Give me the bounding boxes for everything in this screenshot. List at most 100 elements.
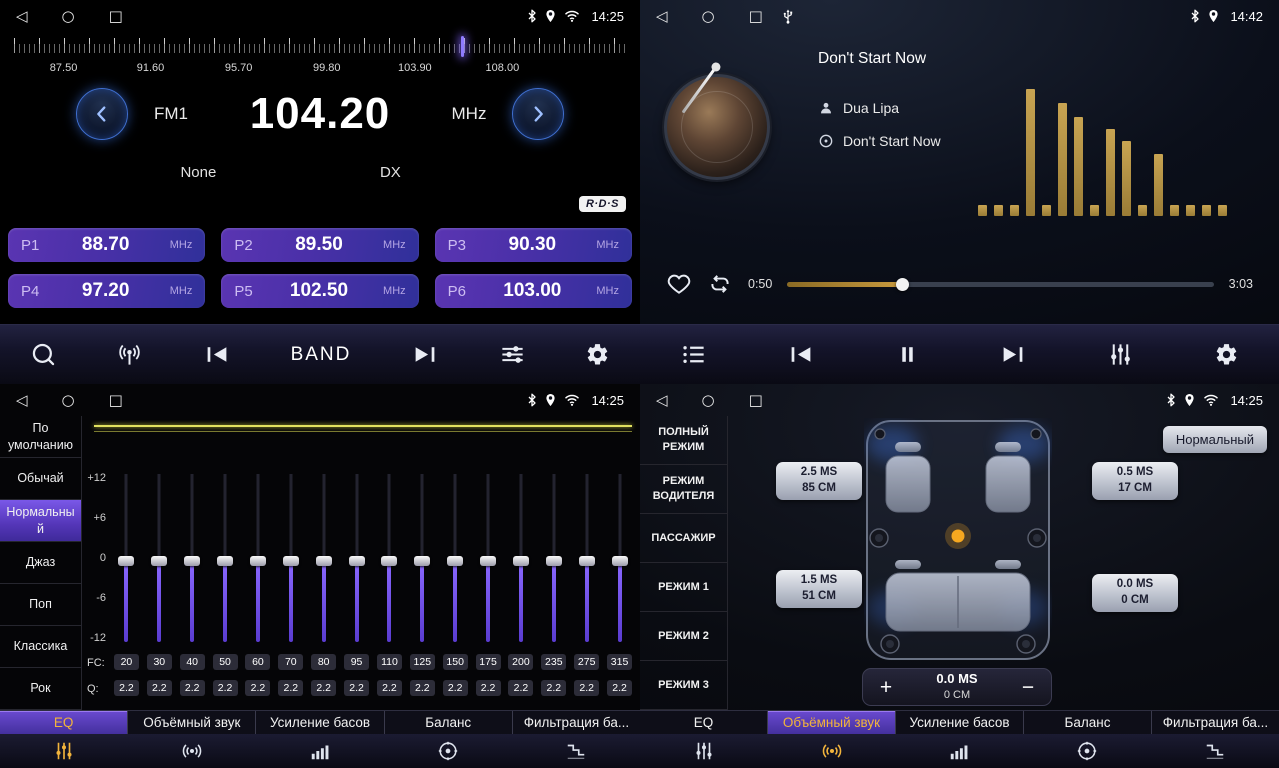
previous-station-button[interactable] (203, 342, 231, 367)
slider-handle[interactable] (217, 556, 233, 566)
progress-bar[interactable] (787, 282, 1213, 287)
tab-balance[interactable]: Баланс (385, 711, 513, 734)
frequency-ruler[interactable] (14, 36, 626, 58)
nav-home-icon[interactable]: ○ (62, 9, 75, 24)
mode-3[interactable]: РЕЖИМ 3 (640, 661, 727, 710)
repeat-button[interactable] (707, 271, 733, 297)
eq-band-slider[interactable] (242, 474, 275, 642)
eq-band-slider[interactable] (570, 474, 603, 642)
nav-back-icon[interactable]: ◁ (16, 9, 28, 24)
slider-handle[interactable] (447, 556, 463, 566)
tab-balance-icon-cell[interactable] (384, 734, 512, 768)
progress-knob[interactable] (896, 278, 909, 291)
mode-passenger[interactable]: ПАССАЖИР (640, 514, 727, 563)
favorite-button[interactable] (666, 271, 692, 297)
slider-handle[interactable] (414, 556, 430, 566)
tab-surround[interactable]: Объёмный звук (768, 711, 896, 734)
delay-decrease-button[interactable]: − (1005, 677, 1051, 698)
eq-band-slider[interactable] (274, 474, 307, 642)
tab-eq-icon-cell[interactable] (640, 734, 768, 768)
eq-band-slider[interactable] (110, 474, 143, 642)
eq-preset-item[interactable]: Обычай (0, 458, 81, 500)
tune-down-button[interactable] (76, 88, 128, 140)
preset-button-p2[interactable]: P2 89.50 MHz (221, 228, 418, 262)
tab-eq[interactable]: EQ (0, 711, 128, 734)
tune-up-button[interactable] (512, 88, 564, 140)
nav-back-icon[interactable]: ◁ (16, 393, 28, 408)
delay-increase-button[interactable]: + (863, 677, 909, 698)
slider-handle[interactable] (579, 556, 595, 566)
eq-band-slider[interactable] (439, 474, 472, 642)
preset-button-p5[interactable]: P5 102.50 MHz (221, 274, 418, 308)
tab-bass-boost-icon-cell[interactable] (896, 734, 1024, 768)
pause-button[interactable] (895, 342, 920, 367)
eq-band-slider[interactable] (340, 474, 373, 642)
nav-recents-icon[interactable]: □ (749, 393, 763, 408)
preset-button-p6[interactable]: P6 103.00 MHz (435, 274, 632, 308)
sound-preset-button[interactable]: Нормальный (1163, 426, 1267, 453)
tab-bass-boost-icon-cell[interactable] (256, 734, 384, 768)
mode-1[interactable]: РЕЖИМ 1 (640, 563, 727, 612)
nav-recents-icon[interactable]: □ (109, 9, 123, 24)
nav-back-icon[interactable]: ◁ (656, 393, 668, 408)
eq-band-slider[interactable] (209, 474, 242, 642)
tab-bass-boost[interactable]: Усиление басов (256, 711, 384, 734)
audio-settings-button[interactable] (499, 341, 526, 368)
slider-handle[interactable] (612, 556, 628, 566)
nav-home-icon[interactable]: ○ (702, 393, 715, 408)
tab-surround-icon-cell[interactable] (128, 734, 256, 768)
slider-handle[interactable] (118, 556, 134, 566)
nav-recents-icon[interactable]: □ (749, 9, 763, 24)
scan-button[interactable] (30, 341, 57, 368)
settings-button[interactable] (1214, 342, 1239, 367)
band-button[interactable]: BAND (291, 344, 352, 366)
eq-preset-item[interactable]: Классика (0, 626, 81, 668)
tab-surround-icon-cell[interactable] (768, 734, 896, 768)
slider-handle[interactable] (151, 556, 167, 566)
preset-button-p4[interactable]: P4 97.20 MHz (8, 274, 205, 308)
equalizer-button[interactable] (1107, 341, 1134, 368)
playlist-button[interactable] (680, 341, 707, 368)
tab-filter[interactable]: Фильтрация ба... (1152, 711, 1279, 734)
mode-2[interactable]: РЕЖИМ 2 (640, 612, 727, 661)
tab-filter-icon-cell[interactable] (1151, 734, 1279, 768)
eq-band-slider[interactable] (472, 474, 505, 642)
slider-handle[interactable] (283, 556, 299, 566)
mode-driver[interactable]: РЕЖИМ ВОДИТЕЛЯ (640, 465, 727, 514)
tab-surround[interactable]: Объёмный звук (128, 711, 256, 734)
slider-handle[interactable] (480, 556, 496, 566)
eq-band-slider[interactable] (143, 474, 176, 642)
tab-balance[interactable]: Баланс (1024, 711, 1152, 734)
eq-preset-item[interactable]: По умолчанию (0, 416, 81, 458)
preset-button-p3[interactable]: P3 90.30 MHz (435, 228, 632, 262)
eq-band-slider[interactable] (537, 474, 570, 642)
eq-band-slider[interactable] (176, 474, 209, 642)
slider-handle[interactable] (513, 556, 529, 566)
tab-filter-icon-cell[interactable] (512, 734, 640, 768)
broadcast-button[interactable] (116, 341, 143, 368)
nav-back-icon[interactable]: ◁ (656, 9, 668, 24)
nav-recents-icon[interactable]: □ (109, 393, 123, 408)
nav-home-icon[interactable]: ○ (62, 393, 75, 408)
tab-bass-boost[interactable]: Усиление басов (896, 711, 1024, 734)
eq-preset-item[interactable]: Рок (0, 668, 81, 710)
slider-handle[interactable] (250, 556, 266, 566)
mode-full[interactable]: ПОЛНЫЙ РЕЖИМ (640, 416, 727, 465)
tab-eq[interactable]: EQ (640, 711, 768, 734)
tab-eq-icon-cell[interactable] (0, 734, 128, 768)
settings-button[interactable] (585, 342, 610, 367)
preset-button-p1[interactable]: P1 88.70 MHz (8, 228, 205, 262)
next-track-button[interactable] (999, 342, 1027, 367)
previous-track-button[interactable] (787, 342, 815, 367)
slider-handle[interactable] (381, 556, 397, 566)
slider-handle[interactable] (349, 556, 365, 566)
tab-balance-icon-cell[interactable] (1023, 734, 1151, 768)
eq-preset-item[interactable]: Поп (0, 584, 81, 626)
eq-band-slider[interactable] (307, 474, 340, 642)
eq-band-slider[interactable] (406, 474, 439, 642)
eq-band-slider[interactable] (603, 474, 636, 642)
slider-handle[interactable] (546, 556, 562, 566)
eq-preset-item[interactable]: Джаз (0, 542, 81, 584)
nav-home-icon[interactable]: ○ (702, 9, 715, 24)
eq-preset-item-active[interactable]: Нормальный (0, 500, 81, 542)
